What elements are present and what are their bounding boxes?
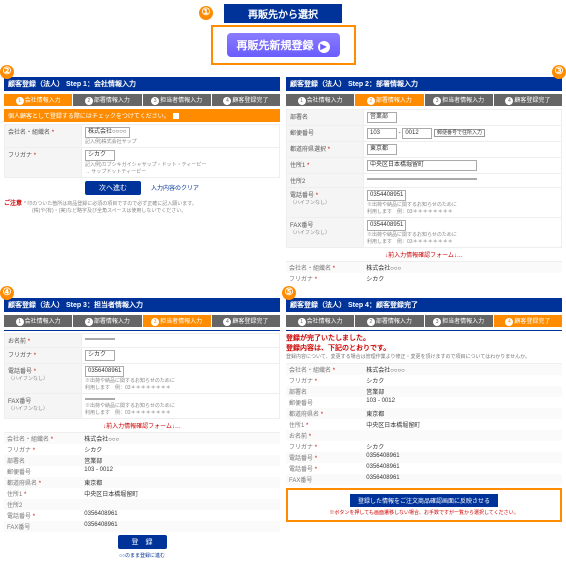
addr2-input[interactable] [367, 178, 477, 180]
individual-checkbox[interactable] [173, 113, 179, 119]
step-tab-3: 3担当者情報入力 [143, 94, 211, 106]
pref-select[interactable]: 東京都 [367, 144, 397, 155]
step-tab-2: 2部署情報入力 [73, 94, 141, 106]
reflect-box: 登録した情報をご注文商品確認画面に反映させる ※ボタンを押しても画面遷移しない場… [286, 488, 562, 522]
step3-summary: 会社名・組織名 *株式会社○○○ フリガナ *シカク 部署名営業部 郵便番号10… [4, 432, 280, 532]
person-tel-input[interactable]: 0356408961 [85, 366, 124, 377]
step3-confirm-label: ↓前入力情報確認フォーム↓… [4, 421, 280, 430]
badge-4: ④ [0, 286, 14, 300]
section1-title: 再販先から選択 [224, 4, 342, 23]
zip1-input[interactable]: 103 [367, 128, 397, 139]
caution-label: ご注意 [4, 201, 22, 207]
next-button[interactable]: 次へ進む [85, 181, 141, 195]
dept-input[interactable]: 営業部 [367, 112, 397, 123]
reflect-note: ※ボタンを押しても画面遷移しない場合、お手数ですが一覧から選択してください。 [292, 509, 556, 516]
badge-1: ① [199, 6, 213, 20]
badge-2: ② [0, 65, 14, 79]
complete-note: 登録内容について、変更する場合は管理作業より修正・変更を頂けますので項目について… [286, 353, 562, 360]
step4-summary: 会社名・組織名 *株式会社○○○○ フリガナ *シカク 部署名営業部 郵便番号1… [286, 363, 562, 485]
register-button[interactable]: 登 録 [118, 535, 167, 549]
caution-text2: (株)や(有)・(実)など略字及び全角スペースは使用しないでください。 [32, 208, 186, 214]
person-furi-input[interactable]: シカク [85, 350, 115, 361]
clear-link[interactable]: 入力内容のクリア [151, 186, 199, 192]
step3-title: 顧客登録（法人） Step 3：担当者情報入力 [4, 298, 280, 312]
zip-lookup-button[interactable]: 郵便番号で住所入力 [434, 129, 485, 137]
badge-3: ③ [552, 65, 566, 79]
addr1-input[interactable]: 中央区日本橋堀留町 [367, 160, 477, 171]
step1-title: 顧客登録（法人） Step 1：会社情報入力 [4, 77, 280, 91]
caution-text1: * 印のついた箇所は商品登録に必須の項目ですので必ず正確に記入願います。 [24, 201, 197, 207]
step2-title: 顧客登録（法人） Step 2：部署情報入力 [286, 77, 562, 91]
step4-stepbar: 1会社情報入力 2部署情報入力 3担当者情報入力 4顧客登録完了 [286, 315, 562, 327]
person-name-input[interactable] [85, 338, 115, 340]
register-sublink[interactable]: ○○のまま登録に進む [119, 553, 165, 559]
badge-5: ⑤ [282, 286, 296, 300]
person-fax-input[interactable] [85, 398, 115, 400]
company-input[interactable]: 株式会社○○○○ [85, 127, 130, 138]
individual-note: 個人顧客として登録する際にはチェックをつけてください。 [4, 109, 280, 122]
step2-confirm-label: ↓前入力情報確認フォーム↓… [286, 250, 562, 259]
reflect-button[interactable]: 登録した情報をご注文商品確認画面に反映させる [350, 494, 498, 507]
furigana-input[interactable]: シカク [85, 150, 115, 161]
complete-msg1: 登録が完了いたしました。 [286, 333, 562, 343]
step3-stepbar: 1会社情報入力 2部署情報入力 3担当者情報入力 4顧客登録完了 [4, 315, 280, 327]
fax-input[interactable]: 0354408951 [367, 220, 406, 231]
register-box: 再販先新規登録▶ [211, 25, 356, 65]
tel-input[interactable]: 0354408951 [367, 190, 406, 201]
register-new-button[interactable]: 再販先新規登録▶ [227, 33, 340, 57]
step-tab-1: 1会社情報入力 [4, 94, 72, 106]
step-tab-4: 4顧客登録完了 [212, 94, 280, 106]
zip2-input[interactable]: 0012 [402, 128, 432, 139]
arrow-icon: ▶ [318, 41, 330, 53]
step2-stepbar: 1会社情報入力 2部署情報入力 3担当者情報入力 4顧客登録完了 [286, 94, 562, 106]
step1-stepbar: 1会社情報入力 2部署情報入力 3担当者情報入力 4顧客登録完了 [4, 94, 280, 106]
complete-msg2: 登録内容は、下記のとおりです。 [286, 343, 562, 353]
step4-title: 顧客登録（法人） Step 4：顧客登録完了 [286, 298, 562, 312]
